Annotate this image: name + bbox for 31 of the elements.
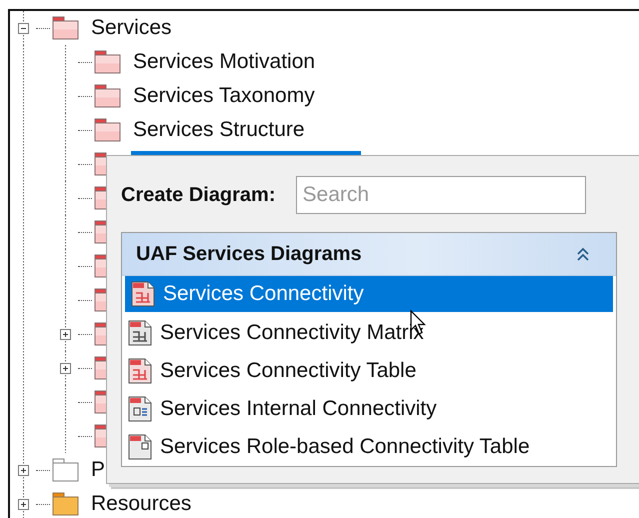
diagram-icon <box>128 358 152 384</box>
diagram-icon <box>128 434 152 460</box>
tree-item[interactable]: Services Taxonomy <box>131 84 317 108</box>
diagram-icon <box>131 281 155 307</box>
diagram-icon <box>128 396 152 422</box>
expander-toggle[interactable] <box>18 498 28 510</box>
expander-toggle[interactable] <box>18 22 28 34</box>
tree-item[interactable]: P <box>89 458 108 482</box>
diagram-option[interactable]: Services Connectivity <box>125 276 613 312</box>
diagram-icon <box>128 320 152 346</box>
package-icon <box>52 16 79 40</box>
collapse-icon[interactable] <box>576 247 590 261</box>
folder-icon <box>52 458 79 482</box>
expander-toggle[interactable] <box>60 362 70 374</box>
expander-toggle[interactable] <box>60 328 70 340</box>
tree-item[interactable]: Services Structure <box>131 118 307 142</box>
package-icon <box>94 118 121 142</box>
group-title: UAF Services Diagrams <box>136 242 362 266</box>
create-diagram-label: Create Diagram: <box>121 184 276 206</box>
package-icon <box>94 84 121 108</box>
diagram-option[interactable]: Services Connectivity Table <box>122 352 616 390</box>
search-field[interactable]: Search <box>296 176 586 214</box>
tree-item[interactable]: Resources <box>89 492 194 516</box>
tree-item[interactable]: Services Motivation <box>131 50 318 74</box>
diagram-option[interactable]: Services Internal Connectivity <box>122 390 616 428</box>
group-header[interactable]: UAF Services Diagrams <box>122 233 616 276</box>
expander-toggle[interactable] <box>18 464 28 476</box>
diagram-option[interactable]: Services Role-based Connectivity Table <box>122 428 616 466</box>
folder-icon <box>52 492 79 516</box>
tree-item[interactable]: Services <box>89 16 174 40</box>
package-icon <box>94 50 121 74</box>
